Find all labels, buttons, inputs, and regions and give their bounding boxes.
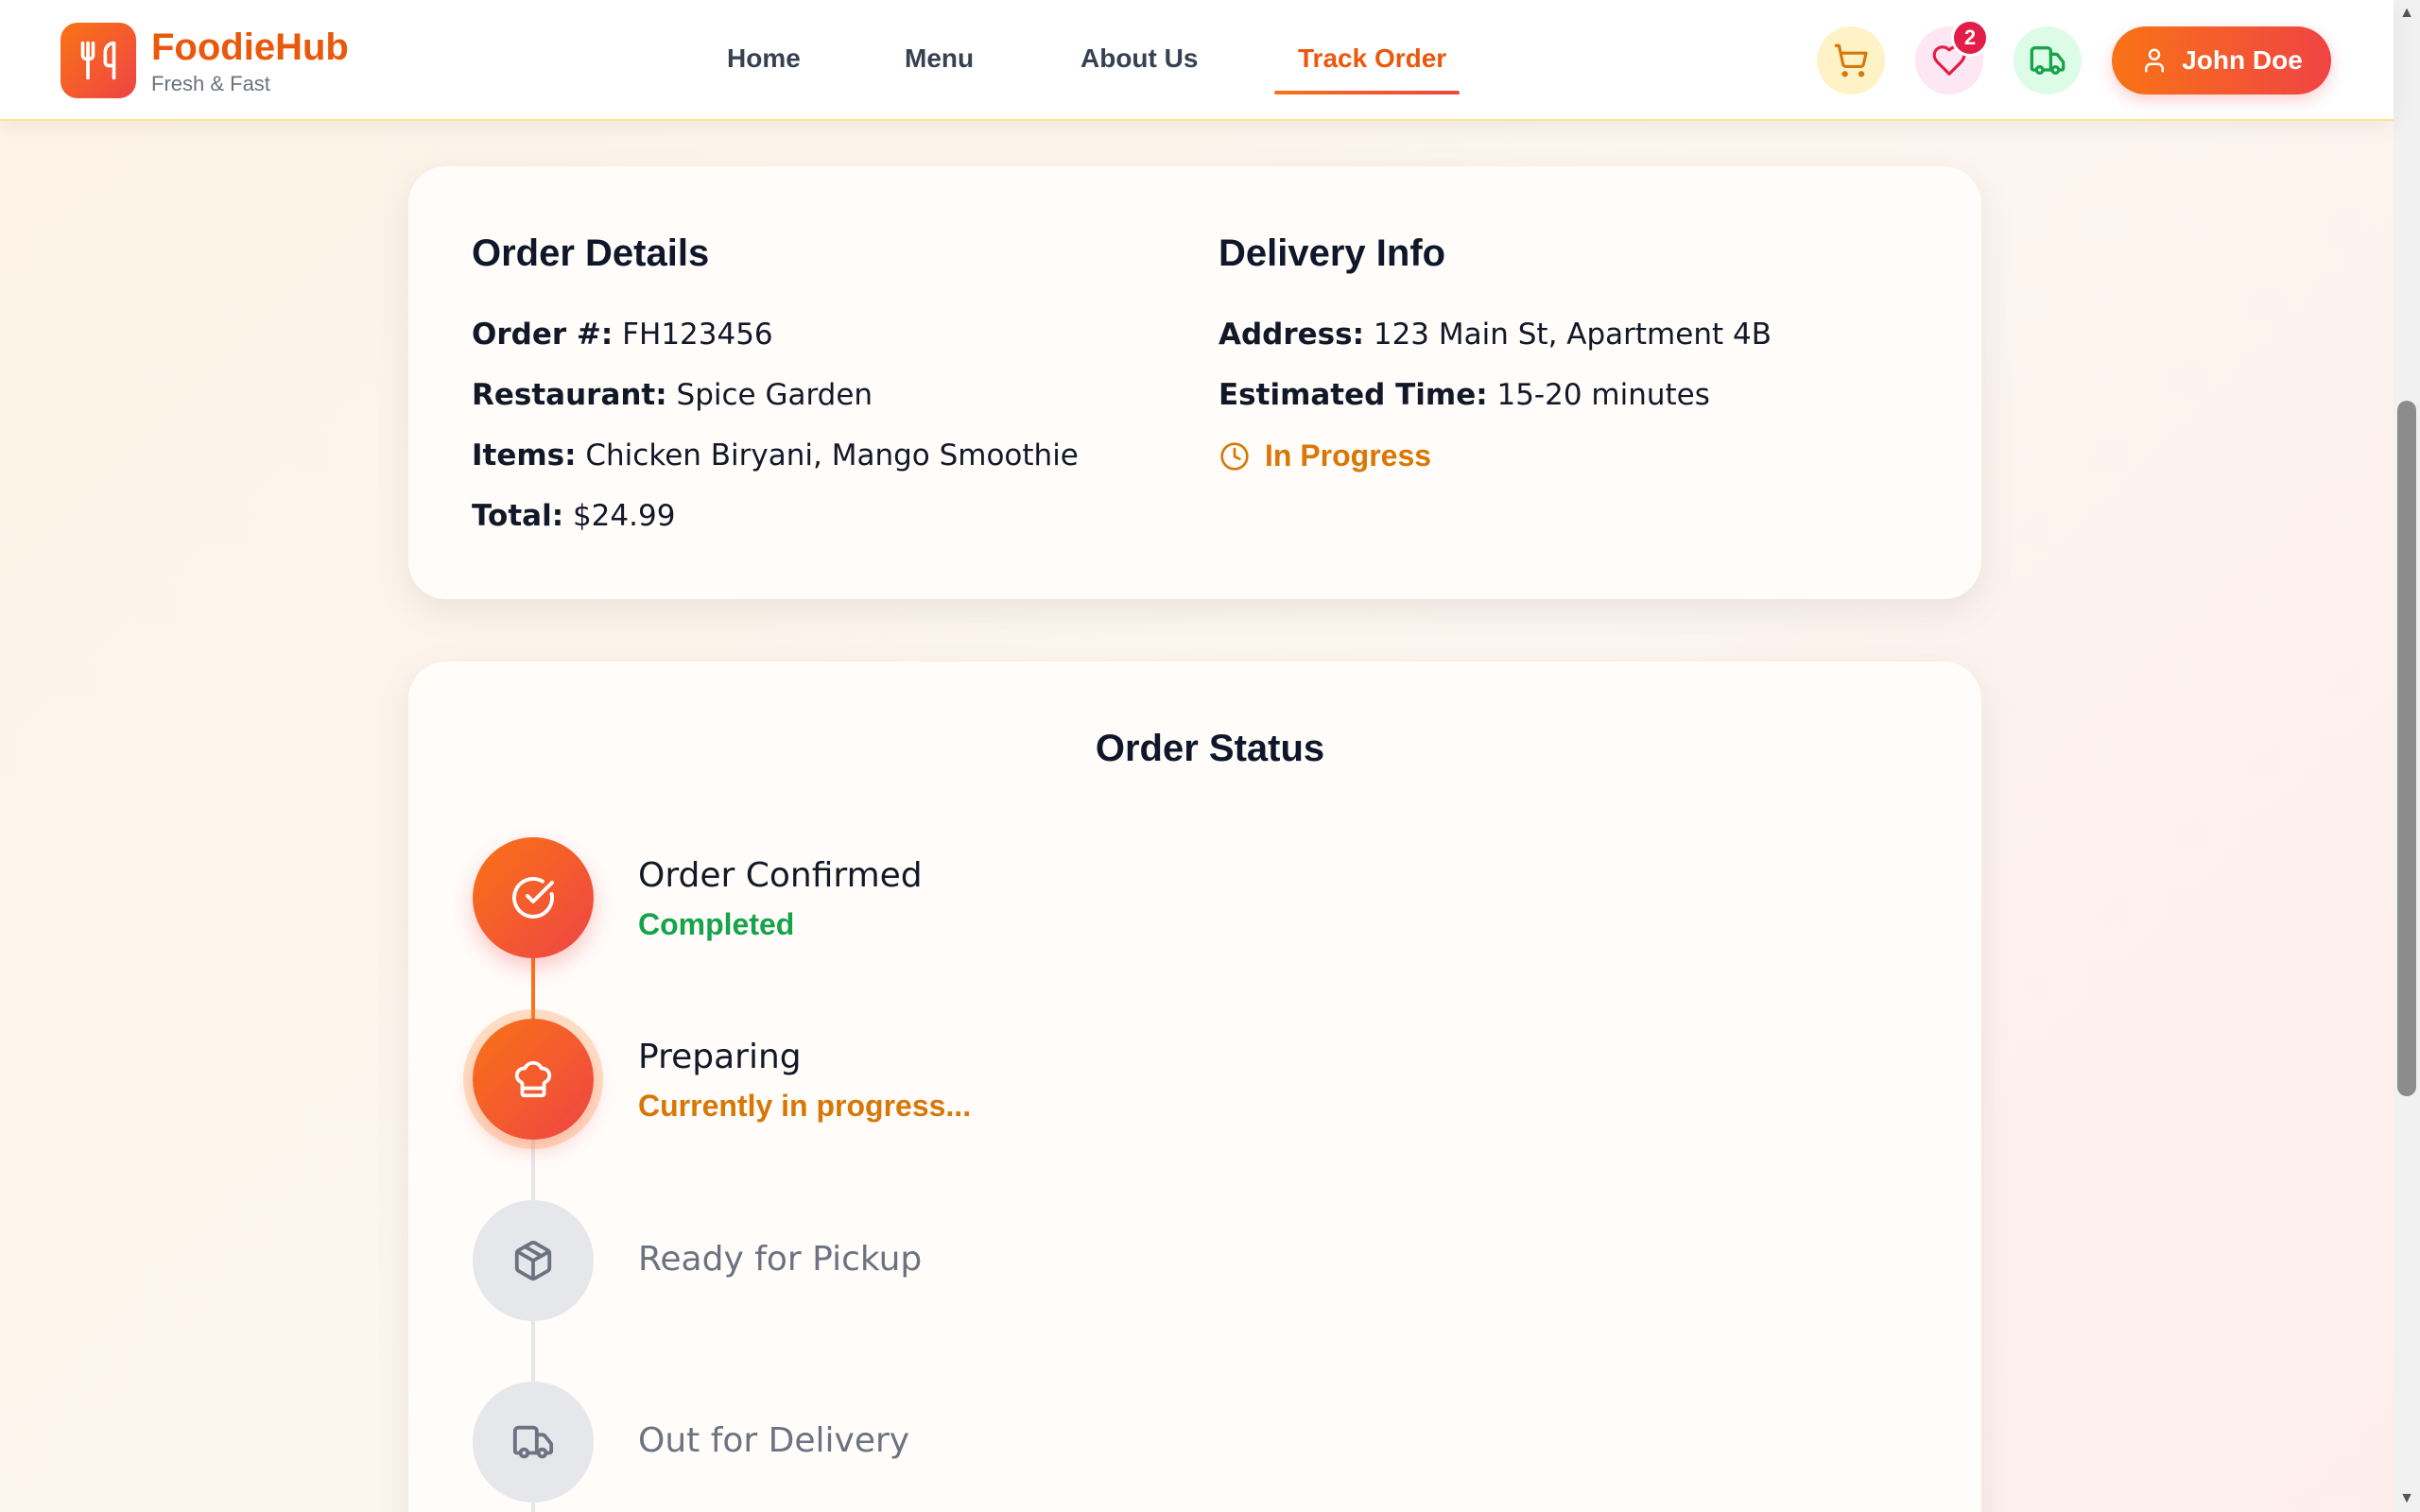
order-details-title: Order Details: [472, 232, 710, 274]
step-ready-for-pickup: [473, 1200, 594, 1321]
items-label: Items:: [472, 438, 577, 472]
eta-row: Estimated Time: 15-20 minutes: [1219, 378, 1710, 412]
clock-icon: [1220, 441, 1249, 471]
items-row: Items: Chicken Biryani, Mango Smoothie: [472, 438, 1079, 472]
order-number-row: Order #: FH123456: [472, 318, 773, 352]
step-order-confirmed: [473, 837, 594, 958]
delivery-status-text: In Progress: [1265, 438, 1432, 472]
logo[interactable]: [60, 23, 136, 98]
scroll-up-arrow[interactable]: ▲: [2397, 4, 2416, 23]
scroll-down-arrow[interactable]: ▼: [2397, 1489, 2416, 1508]
package-icon: [514, 1240, 552, 1281]
restaurant-value: Spice Garden: [676, 378, 873, 412]
step-title: Out for Delivery: [638, 1421, 910, 1460]
total-row: Total: $24.99: [472, 499, 675, 533]
top-nav-bar: FoodieHub Fresh & Fast Home Menu About U…: [0, 0, 2394, 121]
user-name: John Doe: [2182, 45, 2303, 75]
step-title: Order Confirmed: [638, 856, 923, 895]
address-label: Address:: [1219, 318, 1364, 352]
items-value: Chicken Biryani, Mango Smoothie: [585, 438, 1079, 472]
track-delivery-button[interactable]: [2014, 26, 2082, 94]
nav-home[interactable]: Home: [727, 43, 801, 74]
truck-icon: [512, 1425, 554, 1459]
truck-icon: [2030, 46, 2066, 75]
delivery-status: In Progress: [1219, 438, 1431, 473]
step-title: Preparing: [638, 1038, 802, 1076]
address-row: Address: 123 Main St, Apartment 4B: [1219, 318, 1772, 352]
order-status-card: [408, 662, 1981, 1512]
utensils-icon: [80, 41, 116, 80]
step-title: Ready for Pickup: [638, 1240, 923, 1279]
order-number-value: FH123456: [622, 318, 773, 352]
chef-hat-icon: [514, 1060, 552, 1098]
shopping-cart-icon: [1834, 43, 1868, 77]
step-subtitle: Completed: [638, 907, 795, 941]
step-connector-pending: [531, 1503, 535, 1512]
step-subtitle: Currently in progress...: [638, 1089, 972, 1123]
address-value: 123 Main St, Apartment 4B: [1373, 318, 1772, 352]
eta-label: Estimated Time:: [1219, 378, 1488, 412]
eta-value: 15-20 minutes: [1496, 378, 1710, 412]
user-account-button[interactable]: John Doe: [2112, 26, 2331, 94]
check-circle-icon: [512, 877, 554, 919]
restaurant-label: Restaurant:: [472, 378, 667, 412]
order-status-title: Order Status: [1095, 728, 1325, 769]
cart-button[interactable]: [1817, 26, 1885, 94]
nav-track-order[interactable]: Track Order: [1298, 43, 1446, 74]
favorites-count-badge: 2: [1951, 19, 1989, 57]
nav-about-us[interactable]: About Us: [1080, 43, 1198, 74]
active-nav-indicator: [1274, 91, 1460, 94]
total-value: $24.99: [572, 499, 676, 533]
restaurant-row: Restaurant: Spice Garden: [472, 378, 873, 412]
order-number-label: Order #:: [472, 318, 614, 352]
total-label: Total:: [472, 499, 564, 533]
brand-tagline: Fresh & Fast: [151, 72, 270, 95]
scrollbar-thumb[interactable]: [2397, 401, 2416, 1096]
user-icon: [2145, 48, 2165, 73]
brand-name[interactable]: FoodieHub: [151, 26, 349, 69]
nav-menu[interactable]: Menu: [905, 43, 974, 74]
step-preparing: [473, 1019, 594, 1140]
delivery-info-title: Delivery Info: [1219, 232, 1446, 274]
step-out-for-delivery: [473, 1382, 594, 1503]
